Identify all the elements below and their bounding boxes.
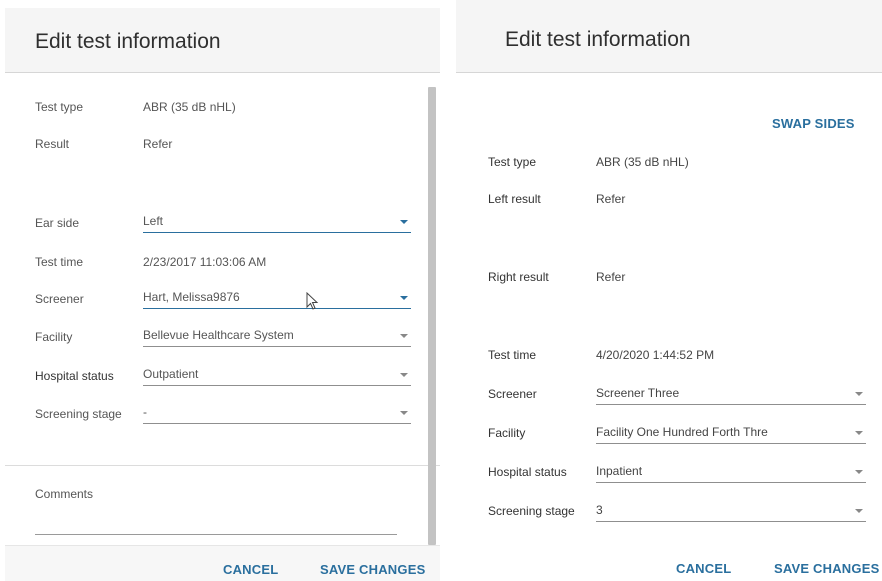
cancel-button[interactable]: CANCEL <box>223 562 278 577</box>
ear-side-label: Ear side <box>35 216 80 230</box>
test-type-label: Test type <box>35 100 84 114</box>
screener-value: Hart, Melissa9876 <box>143 290 240 304</box>
facility-value: Bellevue Healthcare System <box>143 328 294 342</box>
dropdown-caret-icon <box>400 373 408 377</box>
dropdown-caret-icon <box>400 334 408 338</box>
left-result-label: Left result <box>488 192 541 206</box>
dropdown-caret-icon <box>855 509 863 513</box>
dialog-title: Edit test information <box>35 30 221 53</box>
save-changes-button[interactable]: SAVE CHANGES <box>320 562 425 577</box>
facility-value: Facility One Hundred Forth Thre <box>596 425 768 439</box>
screening-stage-value: 3 <box>596 503 603 517</box>
facility-select[interactable]: Bellevue Healthcare System <box>143 325 411 347</box>
test-type-value: ABR (35 dB nHL) <box>143 100 236 114</box>
dropdown-caret-icon <box>400 296 408 300</box>
test-type-label: Test type <box>488 155 537 169</box>
screening-stage-select[interactable]: 3 <box>596 500 866 522</box>
test-type-value: ABR (35 dB nHL) <box>596 155 689 169</box>
hospital-status-value: Outpatient <box>143 367 199 381</box>
screener-label: Screener <box>35 292 84 306</box>
screening-stage-value: - <box>143 405 147 419</box>
right-result-value: Refer <box>596 270 626 284</box>
screening-stage-label: Screening stage <box>488 504 575 518</box>
comments-label: Comments <box>35 487 94 501</box>
scrollbar[interactable] <box>428 87 436 545</box>
swap-sides-button[interactable]: SWAP SIDES <box>772 116 855 131</box>
result-value: Refer <box>143 137 173 151</box>
left-result-value: Refer <box>596 192 626 206</box>
result-label: Result <box>35 137 70 151</box>
dialog-footer: CANCEL SAVE CHANGES <box>5 545 440 581</box>
test-time-label: Test time <box>488 348 537 362</box>
dropdown-caret-icon <box>400 411 408 415</box>
cancel-button[interactable]: CANCEL <box>676 561 731 576</box>
dialog-footer: CANCEL SAVE CHANGES <box>456 545 882 581</box>
dropdown-caret-icon <box>855 470 863 474</box>
screener-value: Screener Three <box>596 386 680 400</box>
test-time-value: 4/20/2020 1:44:52 PM <box>596 348 715 362</box>
right-result-label: Right result <box>488 270 549 284</box>
screener-label: Screener <box>488 387 537 401</box>
dropdown-caret-icon <box>855 392 863 396</box>
dropdown-caret-icon <box>855 431 863 435</box>
hospital-status-value: Inpatient <box>596 464 643 478</box>
edit-test-dialog-left: Edit test information Test type ABR (35 … <box>5 0 440 581</box>
screener-select[interactable]: Screener Three <box>596 383 866 405</box>
dialog-body[interactable]: Test type ABR (35 dB nHL) Result Refer E… <box>5 73 440 581</box>
facility-label: Facility <box>35 330 73 344</box>
hospital-status-select[interactable]: Outpatient <box>143 364 411 386</box>
dropdown-caret-icon <box>400 220 408 224</box>
screening-stage-select[interactable]: - <box>143 402 411 424</box>
ear-side-value: Left <box>143 214 164 228</box>
facility-label: Facility <box>488 426 526 440</box>
ear-side-select[interactable]: Left <box>143 211 411 233</box>
save-changes-button[interactable]: SAVE CHANGES <box>774 561 879 576</box>
dialog-title: Edit test information <box>505 28 691 51</box>
facility-select[interactable]: Facility One Hundred Forth Thre <box>596 422 866 444</box>
divider <box>5 465 440 466</box>
dialog-header: Edit test information <box>456 0 882 73</box>
comments-input[interactable] <box>35 534 397 535</box>
hospital-status-label: Hospital status <box>35 369 114 383</box>
screener-select[interactable]: Hart, Melissa9876 <box>143 287 411 309</box>
edit-test-dialog-right: Edit test information SWAP SIDES Test ty… <box>456 0 882 581</box>
test-time-label: Test time <box>35 255 84 269</box>
mouse-cursor-icon <box>306 292 319 310</box>
dialog-header: Edit test information <box>5 8 440 73</box>
screening-stage-label: Screening stage <box>35 407 122 421</box>
hospital-status-select[interactable]: Inpatient <box>596 461 866 483</box>
hospital-status-label: Hospital status <box>488 465 567 479</box>
test-time-value: 2/23/2017 11:03:06 AM <box>143 255 267 269</box>
